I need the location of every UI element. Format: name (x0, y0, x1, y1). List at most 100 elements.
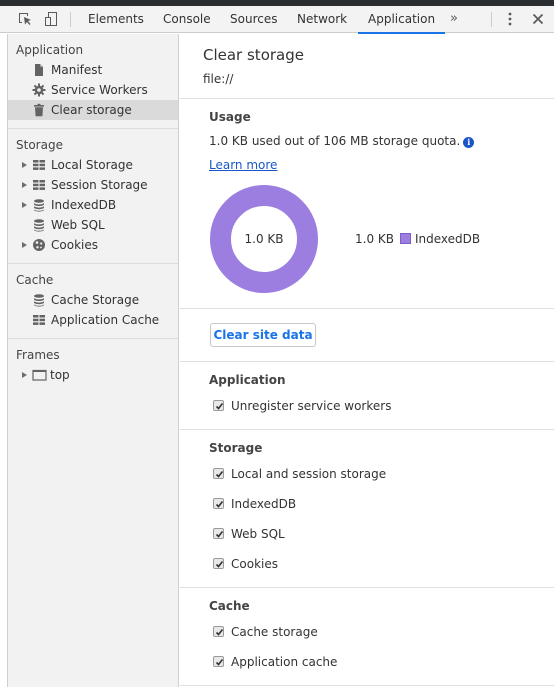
sidebar-section-frames: Frames top (8, 345, 178, 385)
grid-icon (32, 158, 46, 172)
expand-arrow-icon[interactable] (22, 182, 27, 188)
expand-arrow-icon[interactable] (22, 162, 27, 168)
tab-console[interactable]: Console (163, 6, 211, 33)
tab-network[interactable]: Network (297, 6, 347, 33)
checkbox[interactable] (213, 528, 224, 539)
grid-icon (32, 313, 46, 327)
tab-sources[interactable]: Sources (230, 6, 277, 33)
origin-url: file:// (203, 72, 234, 86)
checkbox[interactable] (213, 498, 224, 509)
sidebar-section-title: Application (16, 43, 84, 57)
sidebar-item-label: Web SQL (51, 218, 105, 232)
checkbox[interactable] (213, 626, 224, 637)
database-icon (32, 218, 46, 232)
expand-arrow-icon[interactable] (22, 242, 27, 248)
usage-summary: 1.0 KB used out of 106 MB storage quota.… (209, 134, 475, 148)
sidebar-item-frame-top[interactable]: top (8, 365, 178, 385)
trash-icon (32, 103, 46, 117)
usage-summary-text: 1.0 KB used out of 106 MB storage quota. (209, 134, 461, 148)
sidebar-item-session-storage[interactable]: Session Storage (8, 175, 178, 195)
sidebar-section-cache: Cache Cache Storage Application Cache (8, 270, 178, 339)
sidebar-item-label: Application Cache (51, 313, 160, 327)
sidebar-section-title: Cache (16, 273, 54, 287)
sidebar-section-storage: Storage Local Storage Session Storage In… (8, 135, 178, 264)
expand-arrow-icon[interactable] (22, 202, 27, 208)
sidebar-item-label: Manifest (51, 63, 103, 77)
checkbox[interactable] (213, 558, 224, 569)
sidebar-item-service-workers[interactable]: Service Workers (8, 80, 178, 100)
group-title-cache: Cache (209, 599, 250, 613)
sidebar-section-title: Storage (16, 138, 63, 152)
more-tabs-button[interactable]: » (450, 6, 458, 33)
legend-swatch (400, 233, 411, 244)
device-toolbar-icon[interactable] (43, 11, 59, 27)
sidebar-item-label: IndexedDB (51, 198, 117, 212)
sidebar-item-label: Session Storage (51, 178, 148, 192)
tab-elements[interactable]: Elements (88, 6, 144, 33)
section-divider (180, 98, 554, 99)
checkbox-label: Web SQL (231, 527, 285, 541)
grid-icon (32, 178, 46, 192)
document-icon (32, 63, 46, 77)
sidebar-item-clear-storage[interactable]: Clear storage (8, 100, 178, 120)
tab-application[interactable]: Application (357, 6, 446, 34)
learn-more-link[interactable]: Learn more (209, 158, 277, 172)
sidebar-item-indexeddb[interactable]: IndexedDB (8, 195, 178, 215)
clear-storage-panel: Clear storage file:// Usage 1.0 KB used … (180, 34, 554, 687)
sidebar-section-application: Application Manifest Service Workers Cle… (8, 40, 178, 129)
donut-center-label: 1.0 KB (244, 232, 284, 246)
sidebar-item-label: Clear storage (51, 103, 132, 117)
kebab-menu-icon[interactable] (502, 11, 518, 27)
sidebar-item-label: Service Workers (51, 83, 148, 97)
usage-title: Usage (209, 110, 251, 124)
sidebar-divider (8, 263, 178, 264)
element-picker-icon[interactable] (17, 11, 33, 27)
frame-icon (32, 368, 47, 382)
checkbox-label: Application cache (231, 655, 338, 669)
checkbox-label: Cookies (231, 557, 278, 571)
usage-legend: 1.0 KB IndexedDB (355, 232, 480, 246)
section-divider (180, 361, 554, 362)
sidebar-item-local-storage[interactable]: Local Storage (8, 155, 178, 175)
sidebar-item-label: top (50, 368, 70, 382)
sidebar-section-title: Frames (16, 348, 60, 362)
sidebar-item-label: Cookies (51, 238, 98, 252)
sidebar-item-label: Local Storage (51, 158, 133, 172)
group-title-application: Application (209, 373, 286, 387)
info-icon[interactable]: i (463, 137, 475, 148)
clear-site-data-button[interactable]: Clear site data (210, 323, 316, 347)
sidebar-item-label: Cache Storage (51, 293, 140, 307)
usage-donut-chart: 1.0 KB (209, 184, 319, 294)
database-icon (32, 198, 46, 212)
sidebar-item-cookies[interactable]: Cookies (8, 235, 178, 255)
group-title-storage: Storage (209, 441, 263, 455)
sidebar-divider (8, 128, 178, 129)
sidebar-item-cache-storage[interactable]: Cache Storage (8, 290, 178, 310)
checkbox[interactable] (213, 656, 224, 667)
sidebar-divider (8, 338, 178, 339)
checkbox-label: Local and session storage (231, 467, 387, 481)
section-divider (180, 308, 554, 309)
sidebar-item-application-cache[interactable]: Application Cache (8, 310, 178, 330)
checkbox-label: Cache storage (231, 625, 318, 639)
sidebar-item-manifest[interactable]: Manifest (8, 60, 178, 80)
close-icon[interactable] (530, 11, 546, 27)
section-divider (180, 587, 554, 588)
devtools-toolbar: Elements Console Sources Network Applica… (0, 6, 554, 34)
cookie-icon (32, 238, 46, 252)
section-divider (180, 429, 554, 430)
checkbox-label: IndexedDB (231, 497, 297, 511)
sidebar: Application Manifest Service Workers Cle… (7, 34, 179, 687)
checkbox[interactable] (213, 468, 224, 479)
expand-arrow-icon[interactable] (22, 372, 27, 378)
checkbox[interactable] (213, 400, 224, 411)
section-divider (180, 685, 554, 686)
legend-value: 1.0 KB (355, 232, 394, 246)
checkbox-label: Unregister service workers (231, 399, 392, 413)
toolbar-divider (491, 12, 492, 27)
toolbar-divider (70, 12, 71, 27)
legend-label: IndexedDB (415, 232, 481, 246)
sidebar-item-web-sql[interactable]: Web SQL (8, 215, 178, 235)
page-title: Clear storage (203, 46, 304, 64)
database-icon (32, 293, 46, 307)
